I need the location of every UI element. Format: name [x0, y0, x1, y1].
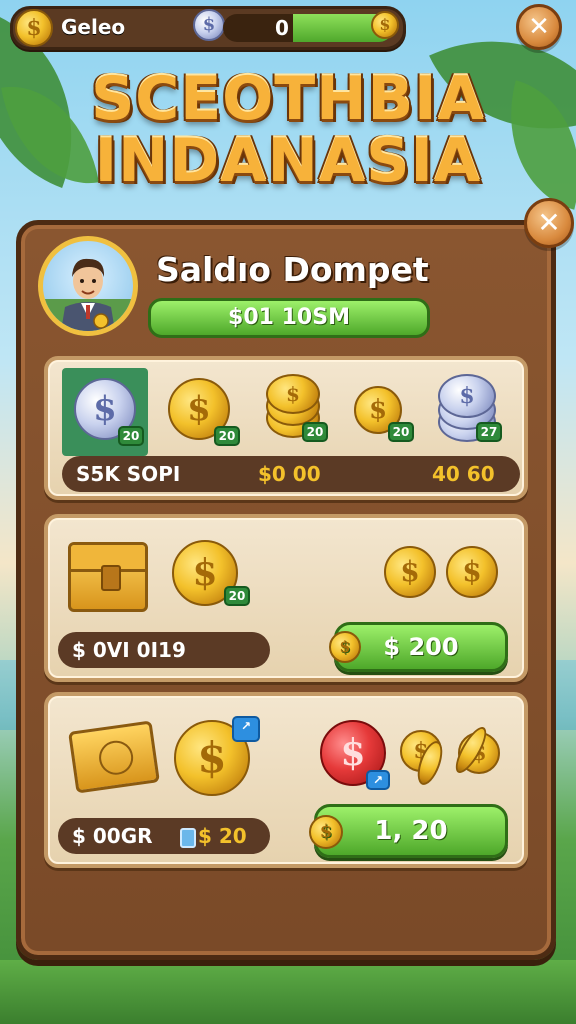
game-title-line-1: SCEOTHBIA: [91, 64, 485, 134]
wallet-title: Saldıo Dompet: [156, 250, 429, 289]
buy-pack-button-label: $ 200: [383, 633, 459, 661]
avatar-portrait-icon: [43, 258, 133, 331]
quantity-badge: 20: [214, 426, 240, 446]
gold-coin-icon: $: [329, 631, 361, 663]
wallet-amount-display: $01 10SM: [148, 298, 430, 338]
buy-pack-button[interactable]: $ 1, 20: [309, 804, 508, 858]
gold-coin-icon: $: [309, 815, 343, 849]
coin-stack-item-icon: $: [266, 374, 320, 414]
quantity-badge: 20: [302, 422, 328, 442]
gold-bar-icon[interactable]: [68, 720, 160, 794]
pack-info-bar: S5K SOPI $0 00 40 60: [62, 456, 520, 492]
game-title-line-2: INDANASIA: [94, 126, 482, 196]
close-game-button[interactable]: ✕: [516, 4, 562, 50]
quantity-badge: 20: [388, 422, 414, 442]
gold-coin-icon: $: [384, 546, 436, 598]
quantity-badge: 27: [476, 422, 502, 442]
top-status-bar: $ Geleo $ 0 $: [10, 6, 406, 50]
chest-lock-icon: [101, 565, 121, 591]
pack-price: $ 20: [198, 824, 247, 848]
coin-pack-section-1: $ 20 $ 20 $ 20 $ 20 $ 27 S5K SOPI $0 00 …: [44, 356, 528, 500]
buy-pack-button-label: 1, 20: [374, 816, 448, 846]
pack-price: $0 00: [258, 462, 321, 486]
treasure-chest-icon[interactable]: [68, 542, 148, 612]
pack-label: S5K SOPI: [76, 462, 181, 486]
card-icon: [180, 828, 196, 848]
pack-info-bar: $ 0VI 0I19: [58, 632, 270, 668]
player-name: Geleo: [61, 15, 126, 39]
bonus-badge: ↗: [232, 716, 260, 742]
close-panel-button[interactable]: ✕: [524, 198, 574, 248]
silver-coin-icon: $: [193, 9, 225, 41]
silver-coin-stack-item-icon: $: [438, 374, 496, 418]
buy-pack-button[interactable]: $ $ 200: [329, 622, 508, 672]
gold-coin-icon: $: [371, 11, 399, 39]
pack-label: $ 00GR: [72, 824, 153, 848]
gold-coin-icon: $: [15, 9, 53, 47]
coin-pack-section-2: $ 20 $ $ $ 0VI 0I19 $ $ 200: [44, 514, 528, 682]
balance-bar: 0: [223, 14, 393, 42]
coin-pack-section-3: $ ↗ $ ↗ $ $ $ 00GR $ 20 $ 1, 20: [44, 692, 528, 868]
game-title: SCEOTHBIA INDANASIA: [0, 68, 576, 192]
balance-value: 0: [275, 16, 289, 40]
player-avatar[interactable]: [38, 236, 138, 336]
quantity-badge: 20: [118, 426, 144, 446]
grass-ground-decoration: [0, 960, 576, 1024]
pack-info-bar: $ 00GR $ 20: [58, 818, 270, 854]
gold-bar-emblem: [96, 738, 136, 777]
gold-coin-icon: $: [446, 546, 498, 598]
pack-amount: 40 60: [432, 462, 495, 486]
bonus-badge: ↗: [366, 770, 390, 790]
quantity-badge: 20: [224, 586, 250, 606]
